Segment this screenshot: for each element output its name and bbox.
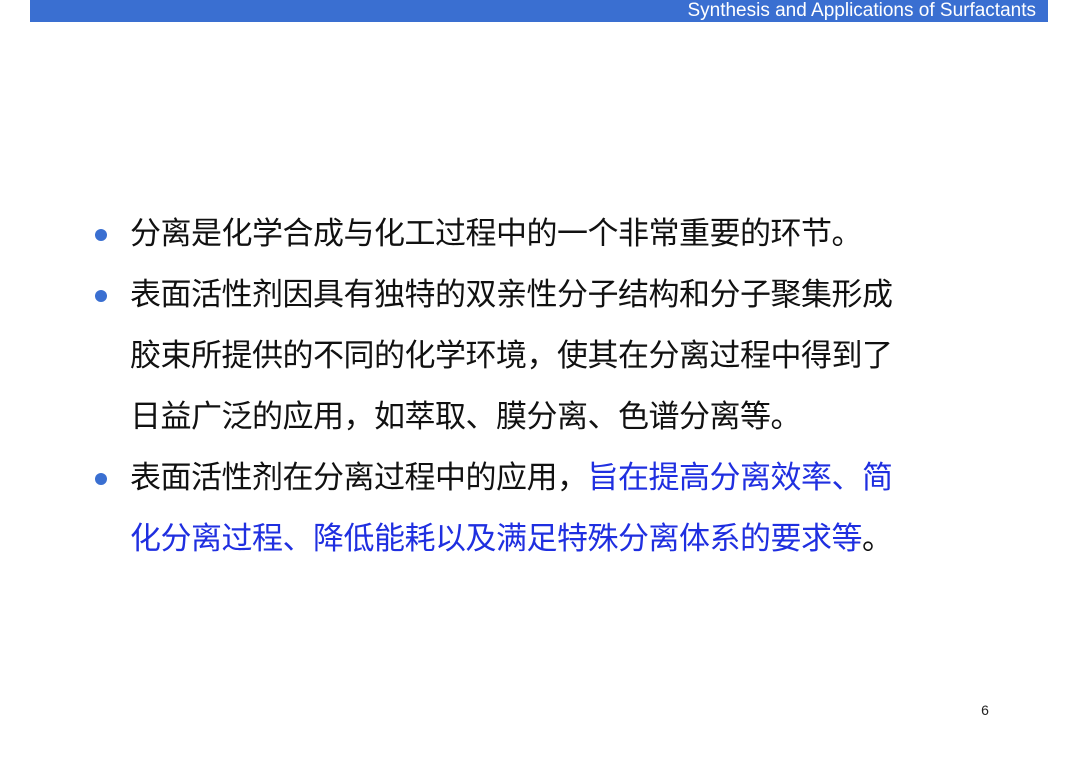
bullet-item-3: 表面活性剂在分离过程中的应用，旨在提高分离效率、简 化分离过程、降低能耗以及满足… [90,448,1000,570]
page-number: 6 [981,702,989,718]
slide-content: 分离是化学合成与化工过程中的一个非常重要的环节。 表面活性剂因具有独特的双亲性分… [90,204,1000,570]
bullet-1-line-1: 分离是化学合成与化工过程中的一个非常重要的环节。 [130,216,863,252]
bullet-2-line-3: 日益广泛的应用，如萃取、膜分离、色谱分离等。 [130,399,802,435]
bullet-2-line-1: 表面活性剂因具有独特的双亲性分子结构和分子聚集形成 [130,277,893,313]
header-title: Synthesis and Applications of Surfactant… [687,0,1036,21]
bullet-3-line-1: 表面活性剂在分离过程中的应用，旨在提高分离效率、简 [130,448,1000,509]
bullet-3-highlight-text: 旨在提高分离效率、简 [587,460,894,496]
bullet-dot-icon [95,290,107,302]
bullet-3-line-2: 化分离过程、降低能耗以及满足特殊分离体系的要求等。 [130,509,1000,570]
bullet-3-end-punctuation: 。 [862,521,893,557]
header-bar: Synthesis and Applications of Surfactant… [30,0,1048,22]
bullet-2-line-2: 胶束所提供的不同的化学环境，使其在分离过程中得到了 [130,338,893,374]
bullet-dot-icon [95,229,107,241]
bullet-3-highlight-text-cont: 化分离过程、降低能耗以及满足特殊分离体系的要求等 [130,521,863,557]
bullet-item-1: 分离是化学合成与化工过程中的一个非常重要的环节。 [90,204,1000,265]
bullet-3-plain-text: 表面活性剂在分离过程中的应用， [130,460,588,496]
bullet-item-2: 表面活性剂因具有独特的双亲性分子结构和分子聚集形成 胶束所提供的不同的化学环境，… [90,265,1000,448]
bullet-dot-icon [95,473,107,485]
